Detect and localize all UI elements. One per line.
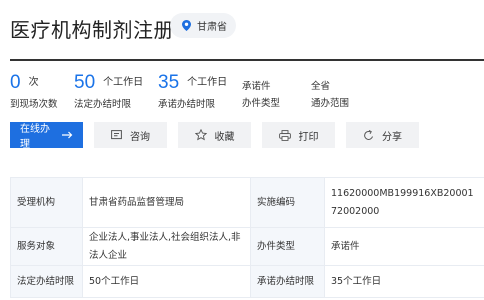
table-row: 受理机构 甘肃省药品监督管理局 实施编码 11620000MB199916XB2…: [10, 177, 484, 228]
location-pin-icon: [182, 20, 191, 31]
stat-scope-value: 全省: [311, 81, 331, 92]
printer-icon: [278, 129, 291, 141]
share-label: 分享: [382, 131, 402, 143]
stat-scope-label: 通办范围: [311, 98, 350, 109]
table-value-cell: 35个工作日: [324, 265, 484, 298]
stat-visits-label: 到现场次数: [10, 99, 58, 110]
consult-label: 咨询: [130, 131, 150, 143]
stat-visits-value: 0: [10, 72, 21, 93]
share-button[interactable]: 分享: [346, 122, 419, 148]
table-row: 法定办结时限 50个工作日 承诺办结时限 35个工作日: [10, 265, 484, 298]
stat-legal-limit-value: 50: [74, 72, 96, 93]
star-icon: [194, 129, 207, 141]
table-value-cell: 11620000MB199916XB2000172002000: [324, 177, 484, 228]
table-value-cell: 承诺件: [324, 227, 484, 266]
stat-case-type-value: 承诺件: [242, 81, 271, 92]
apply-online-label: 在线办理: [20, 124, 50, 150]
stat-promised-limit-value: 35: [158, 72, 180, 93]
page-header: 医疗机构制剂注册 甘肃省: [0, 0, 484, 61]
table-key-cell: 服务对象: [10, 227, 83, 266]
stat-case-type-label: 办件类型: [242, 98, 281, 109]
stat-legal-limit-label: 法定办结时限: [74, 99, 132, 110]
service-info-table: 受理机构 甘肃省药品监督管理局 实施编码 11620000MB199916XB2…: [10, 177, 484, 298]
table-key-cell: 办件类型: [250, 227, 325, 266]
table-value-cell: 甘肃省药品监督管理局: [82, 177, 251, 228]
stat-visits: 0次 到现场次数: [10, 72, 58, 110]
table-row: 服务对象 企业法人,事业法人,社会组织法人,非法人企业 办件类型 承诺件: [10, 227, 484, 266]
stat-scope: 全省 通办范围: [311, 72, 349, 109]
table-key-cell: 法定办结时限: [10, 265, 83, 298]
stat-promised-limit-unit: 个工作日: [187, 77, 228, 88]
stat-legal-limit-unit: 个工作日: [103, 77, 144, 88]
location-label: 甘肃省: [197, 22, 227, 33]
consult-button[interactable]: 咨询: [94, 122, 167, 148]
location-selector[interactable]: 甘肃省: [170, 13, 236, 38]
stat-visits-unit: 次: [28, 77, 39, 88]
print-label: 打印: [298, 131, 319, 143]
stat-case-type: 承诺件 办件类型: [242, 72, 280, 109]
stat-promised-limit-label: 承诺办结时限: [158, 99, 216, 110]
share-icon: [363, 129, 374, 141]
stats-bar: 0次 到现场次数 50 个工作日 法定办结时限 35 个工作日 承诺办结时限 承诺件…: [0, 72, 484, 112]
table-value-cell: 50个工作日: [82, 265, 251, 298]
stat-legal-limit: 50 个工作日 法定办结时限: [74, 72, 143, 110]
action-bar: 在线办理 咨询 收藏 打印 分享: [10, 122, 484, 150]
apply-online-button[interactable]: 在线办理: [10, 122, 83, 150]
print-button[interactable]: 打印: [262, 122, 335, 148]
arrow-right-icon: [62, 131, 73, 139]
table-key-cell: 实施编码: [250, 177, 325, 228]
table-value-cell: 企业法人,事业法人,社会组织法人,非法人企业: [82, 227, 251, 266]
stat-promised-limit: 35 个工作日 承诺办结时限: [158, 72, 227, 110]
chat-icon: [111, 130, 122, 140]
table-key-cell: 承诺办结时限: [250, 265, 325, 298]
favorite-button[interactable]: 收藏: [178, 122, 251, 148]
table-key-cell: 受理机构: [10, 177, 83, 228]
favorite-label: 收藏: [214, 131, 235, 143]
header-divider: [10, 59, 484, 61]
page-title: 医疗机构制剂注册: [10, 18, 174, 42]
